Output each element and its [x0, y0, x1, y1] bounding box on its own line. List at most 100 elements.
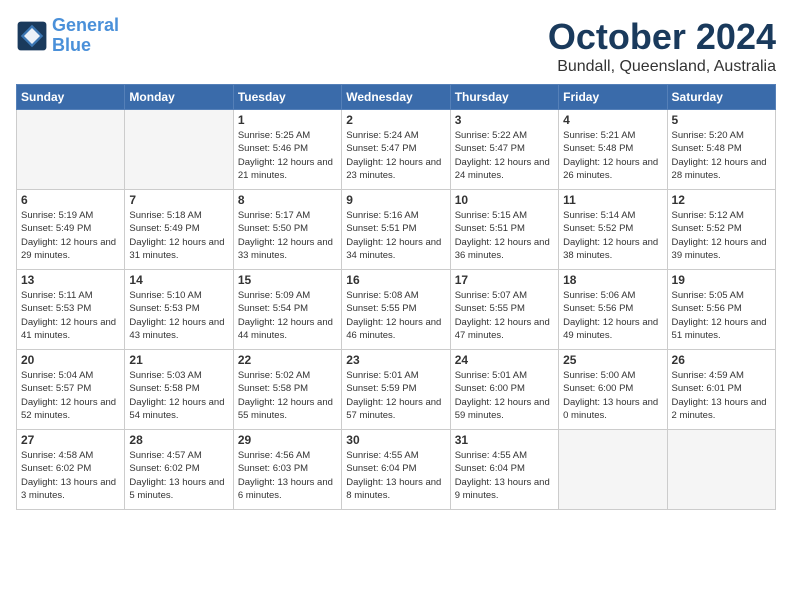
day-cell: 6 Sunrise: 5:19 AMSunset: 5:49 PMDaylight… — [17, 190, 125, 270]
day-info: Sunrise: 5:11 AMSunset: 5:53 PMDaylight:… — [21, 289, 120, 342]
day-info: Sunrise: 5:07 AMSunset: 5:55 PMDaylight:… — [455, 289, 554, 342]
day-cell: 5 Sunrise: 5:20 AMSunset: 5:48 PMDaylight… — [667, 110, 775, 190]
day-info: Sunrise: 5:09 AMSunset: 5:54 PMDaylight:… — [238, 289, 337, 342]
day-info: Sunrise: 5:20 AMSunset: 5:48 PMDaylight:… — [672, 129, 771, 182]
day-number: 4 — [563, 113, 662, 127]
day-cell: 20Sunrise: 5:04 AMSunset: 5:57 PMDayligh… — [17, 350, 125, 430]
day-number: 16 — [346, 273, 445, 287]
day-number: 21 — [129, 353, 228, 367]
day-cell: 28 Sunrise: 4:57 AMSunset: 6:02 PMDayligh… — [125, 430, 233, 510]
day-number: 10 — [455, 193, 554, 207]
day-number: 17 — [455, 273, 554, 287]
day-cell: 14 Sunrise: 5:10 AMSunset: 5:53 PMDayligh… — [125, 270, 233, 350]
day-cell — [17, 110, 125, 190]
day-cell: 12Sunrise: 5:12 AMSunset: 5:52 PMDayligh… — [667, 190, 775, 270]
page-header: GeneralBlue October 2024 Bundall, Queens… — [16, 16, 776, 76]
title-area: October 2024 Bundall, Queensland, Austra… — [548, 16, 776, 76]
calendar-table: SundayMondayTuesdayWednesdayThursdayFrid… — [16, 84, 776, 510]
day-number: 24 — [455, 353, 554, 367]
day-number: 5 — [672, 113, 771, 127]
day-number: 12 — [672, 193, 771, 207]
day-info: Sunrise: 5:15 AMSunset: 5:51 PMDaylight:… — [455, 209, 554, 262]
day-info: Sunrise: 5:06 AMSunset: 5:56 PMDaylight:… — [563, 289, 662, 342]
day-number: 6 — [21, 193, 120, 207]
day-number: 14 — [129, 273, 228, 287]
day-number: 30 — [346, 433, 445, 447]
day-info: Sunrise: 5:21 AMSunset: 5:48 PMDaylight:… — [563, 129, 662, 182]
col-header-saturday: Saturday — [667, 85, 775, 110]
day-number: 8 — [238, 193, 337, 207]
day-number: 11 — [563, 193, 662, 207]
day-number: 2 — [346, 113, 445, 127]
day-number: 31 — [455, 433, 554, 447]
day-cell — [125, 110, 233, 190]
location-title: Bundall, Queensland, Australia — [548, 58, 776, 76]
week-row-3: 13 Sunrise: 5:11 AMSunset: 5:53 PMDayligh… — [17, 270, 776, 350]
day-cell: 24Sunrise: 5:01 AMSunset: 6:00 PMDayligh… — [450, 350, 558, 430]
day-info: Sunrise: 5:17 AMSunset: 5:50 PMDaylight:… — [238, 209, 337, 262]
week-row-5: 27 Sunrise: 4:58 AMSunset: 6:02 PMDayligh… — [17, 430, 776, 510]
day-info: Sunrise: 5:19 AMSunset: 5:49 PMDaylight:… — [21, 209, 120, 262]
day-number: 3 — [455, 113, 554, 127]
day-cell — [667, 430, 775, 510]
day-number: 22 — [238, 353, 337, 367]
day-info: Sunrise: 5:00 AMSunset: 6:00 PMDaylight:… — [563, 369, 662, 422]
header-row: SundayMondayTuesdayWednesdayThursdayFrid… — [17, 85, 776, 110]
day-number: 28 — [129, 433, 228, 447]
day-number: 19 — [672, 273, 771, 287]
day-cell: 4 Sunrise: 5:21 AMSunset: 5:48 PMDaylight… — [559, 110, 667, 190]
day-number: 1 — [238, 113, 337, 127]
day-cell: 18 Sunrise: 5:06 AMSunset: 5:56 PMDayligh… — [559, 270, 667, 350]
day-info: Sunrise: 4:58 AMSunset: 6:02 PMDaylight:… — [21, 449, 120, 502]
day-info: Sunrise: 5:02 AMSunset: 5:58 PMDaylight:… — [238, 369, 337, 422]
day-cell: 13 Sunrise: 5:11 AMSunset: 5:53 PMDayligh… — [17, 270, 125, 350]
day-cell: 29Sunrise: 4:56 AMSunset: 6:03 PMDayligh… — [233, 430, 341, 510]
day-cell: 27 Sunrise: 4:58 AMSunset: 6:02 PMDayligh… — [17, 430, 125, 510]
day-cell: 30Sunrise: 4:55 AMSunset: 6:04 PMDayligh… — [342, 430, 450, 510]
day-number: 25 — [563, 353, 662, 367]
logo-icon — [16, 20, 48, 52]
day-info: Sunrise: 5:25 AMSunset: 5:46 PMDaylight:… — [238, 129, 337, 182]
col-header-sunday: Sunday — [17, 85, 125, 110]
day-info: Sunrise: 4:59 AMSunset: 6:01 PMDaylight:… — [672, 369, 771, 422]
day-cell: 8 Sunrise: 5:17 AMSunset: 5:50 PMDaylight… — [233, 190, 341, 270]
day-info: Sunrise: 5:03 AMSunset: 5:58 PMDaylight:… — [129, 369, 228, 422]
day-info: Sunrise: 5:24 AMSunset: 5:47 PMDaylight:… — [346, 129, 445, 182]
week-row-1: 1 Sunrise: 5:25 AMSunset: 5:46 PMDaylight… — [17, 110, 776, 190]
day-info: Sunrise: 5:08 AMSunset: 5:55 PMDaylight:… — [346, 289, 445, 342]
day-cell: 10 Sunrise: 5:15 AMSunset: 5:51 PMDayligh… — [450, 190, 558, 270]
day-cell: 23Sunrise: 5:01 AMSunset: 5:59 PMDayligh… — [342, 350, 450, 430]
day-cell: 3 Sunrise: 5:22 AMSunset: 5:47 PMDaylight… — [450, 110, 558, 190]
day-info: Sunrise: 5:22 AMSunset: 5:47 PMDaylight:… — [455, 129, 554, 182]
day-info: Sunrise: 5:10 AMSunset: 5:53 PMDaylight:… — [129, 289, 228, 342]
day-cell: 31Sunrise: 4:55 AMSunset: 6:04 PMDayligh… — [450, 430, 558, 510]
day-cell: 25 Sunrise: 5:00 AMSunset: 6:00 PMDayligh… — [559, 350, 667, 430]
day-cell: 2 Sunrise: 5:24 AMSunset: 5:47 PMDaylight… — [342, 110, 450, 190]
day-info: Sunrise: 5:04 AMSunset: 5:57 PMDaylight:… — [21, 369, 120, 422]
col-header-wednesday: Wednesday — [342, 85, 450, 110]
day-info: Sunrise: 5:01 AMSunset: 5:59 PMDaylight:… — [346, 369, 445, 422]
day-number: 13 — [21, 273, 120, 287]
day-cell: 7Sunrise: 5:18 AMSunset: 5:49 PMDaylight… — [125, 190, 233, 270]
day-info: Sunrise: 4:57 AMSunset: 6:02 PMDaylight:… — [129, 449, 228, 502]
day-info: Sunrise: 5:05 AMSunset: 5:56 PMDaylight:… — [672, 289, 771, 342]
day-cell: 17 Sunrise: 5:07 AMSunset: 5:55 PMDayligh… — [450, 270, 558, 350]
col-header-thursday: Thursday — [450, 85, 558, 110]
logo: GeneralBlue — [16, 16, 119, 56]
logo-text: GeneralBlue — [52, 16, 119, 56]
day-number: 9 — [346, 193, 445, 207]
week-row-4: 20Sunrise: 5:04 AMSunset: 5:57 PMDayligh… — [17, 350, 776, 430]
day-cell: 22 Sunrise: 5:02 AMSunset: 5:58 PMDayligh… — [233, 350, 341, 430]
day-cell: 21 Sunrise: 5:03 AMSunset: 5:58 PMDayligh… — [125, 350, 233, 430]
day-number: 27 — [21, 433, 120, 447]
day-number: 7 — [129, 193, 228, 207]
day-cell: 19 Sunrise: 5:05 AMSunset: 5:56 PMDayligh… — [667, 270, 775, 350]
day-cell: 15Sunrise: 5:09 AMSunset: 5:54 PMDayligh… — [233, 270, 341, 350]
day-info: Sunrise: 4:56 AMSunset: 6:03 PMDaylight:… — [238, 449, 337, 502]
day-cell — [559, 430, 667, 510]
col-header-tuesday: Tuesday — [233, 85, 341, 110]
week-row-2: 6 Sunrise: 5:19 AMSunset: 5:49 PMDaylight… — [17, 190, 776, 270]
day-number: 18 — [563, 273, 662, 287]
day-cell: 9Sunrise: 5:16 AMSunset: 5:51 PMDaylight… — [342, 190, 450, 270]
day-cell: 1 Sunrise: 5:25 AMSunset: 5:46 PMDaylight… — [233, 110, 341, 190]
